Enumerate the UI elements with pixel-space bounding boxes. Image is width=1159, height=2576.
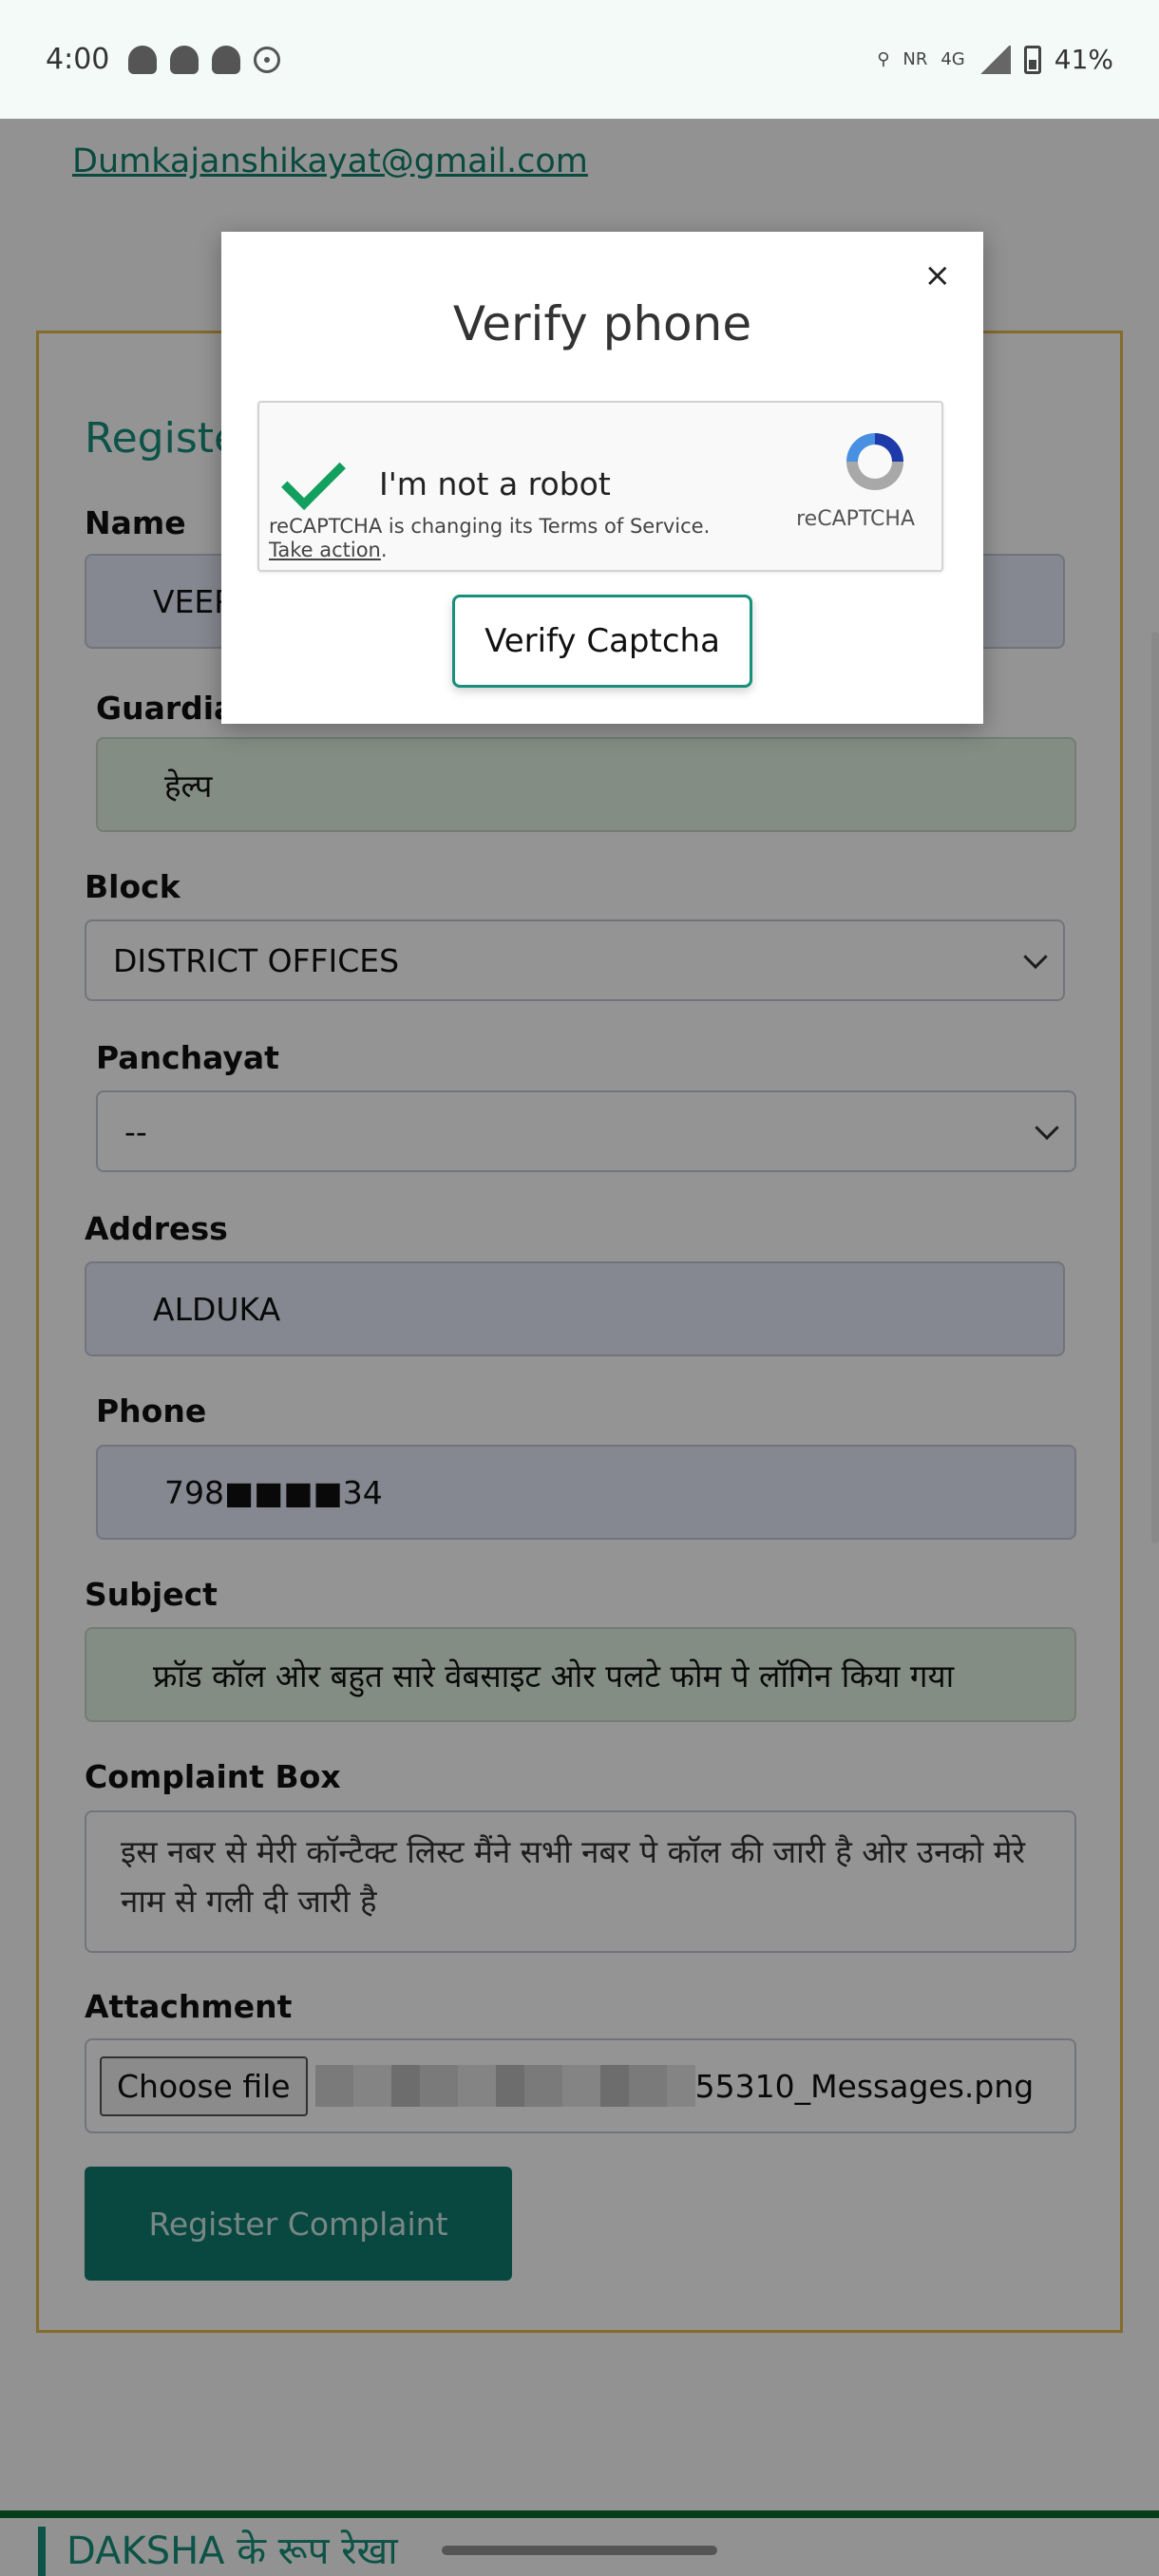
status-right: ⚲ NR 4G 41% bbox=[877, 44, 1113, 75]
network-4g: 4G bbox=[940, 48, 965, 69]
network-nr: NR bbox=[902, 48, 928, 69]
signal-icon bbox=[978, 45, 1011, 74]
verify-captcha-button[interactable]: Verify Captcha bbox=[452, 595, 752, 688]
snapchat-icon bbox=[128, 45, 158, 74]
status-time: 4:00 bbox=[46, 43, 110, 76]
recaptcha-widget: I'm not a robot reCAPTCHA is changing it… bbox=[257, 401, 943, 572]
checkmark-icon[interactable] bbox=[281, 445, 346, 510]
battery-icon bbox=[1023, 45, 1041, 74]
home-indicator[interactable] bbox=[442, 2546, 717, 2555]
verify-phone-modal: × Verify phone I'm not a robot reCAPTCHA… bbox=[221, 232, 983, 724]
recaptcha-notice-text: reCAPTCHA is changing its Terms of Servi… bbox=[269, 515, 711, 538]
page-scrollbar[interactable] bbox=[1151, 632, 1159, 1544]
close-icon[interactable]: × bbox=[924, 256, 952, 294]
status-left: 4:00 bbox=[46, 43, 281, 76]
recaptcha-brand: reCAPTCHA bbox=[796, 507, 915, 531]
recaptcha-label: I'm not a robot bbox=[379, 465, 611, 502]
take-action-link[interactable]: Take action bbox=[269, 539, 381, 561]
recaptcha-notice: reCAPTCHA is changing its Terms of Servi… bbox=[269, 515, 711, 561]
battery-level: 41% bbox=[1054, 44, 1113, 75]
snapchat-icon bbox=[170, 45, 200, 74]
location-pin-icon bbox=[254, 46, 281, 73]
wifi-calling-icon: ⚲ bbox=[877, 48, 890, 69]
snapchat-icon bbox=[212, 45, 241, 74]
recaptcha-logo-icon bbox=[846, 433, 903, 490]
status-bar: 4:00 ⚲ NR 4G 41% bbox=[0, 0, 1159, 119]
modal-title: Verify phone bbox=[452, 296, 752, 351]
